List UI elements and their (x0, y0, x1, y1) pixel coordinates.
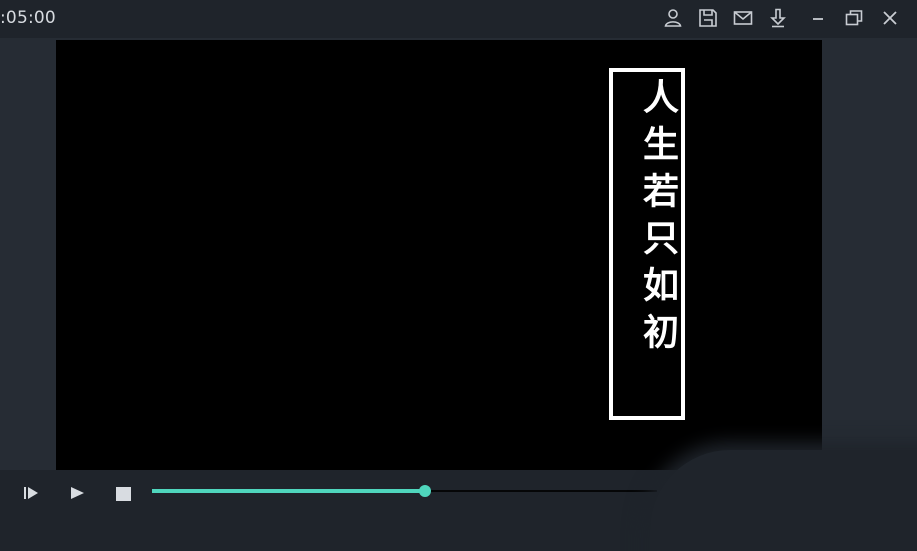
progress-bar[interactable] (152, 485, 657, 497)
video-preview[interactable]: 人生若只如初 (56, 40, 822, 470)
video-editor-preview-window: :05:00 人生若只如初 (0, 0, 917, 551)
download-icon[interactable] (768, 8, 788, 28)
restore-icon[interactable] (844, 8, 864, 28)
close-icon[interactable] (880, 8, 900, 28)
obscured-area (650, 450, 917, 551)
preview-workspace: 人生若只如初 (0, 38, 917, 470)
mail-icon[interactable] (733, 8, 753, 28)
timecode-display: :05:00 (0, 8, 56, 28)
minimize-icon[interactable] (808, 8, 828, 28)
progress-handle[interactable] (418, 485, 431, 497)
title-text-frame: 人生若只如初 (609, 68, 685, 420)
play-frame-icon[interactable] (21, 483, 41, 503)
title-bar: :05:00 (0, 0, 917, 38)
progress-fill (152, 489, 425, 493)
stop-icon[interactable] (113, 483, 133, 503)
vertical-title-text: 人生若只如初 (637, 78, 679, 360)
save-icon[interactable] (698, 8, 718, 28)
play-icon[interactable] (67, 483, 87, 503)
user-icon[interactable] (663, 8, 683, 28)
